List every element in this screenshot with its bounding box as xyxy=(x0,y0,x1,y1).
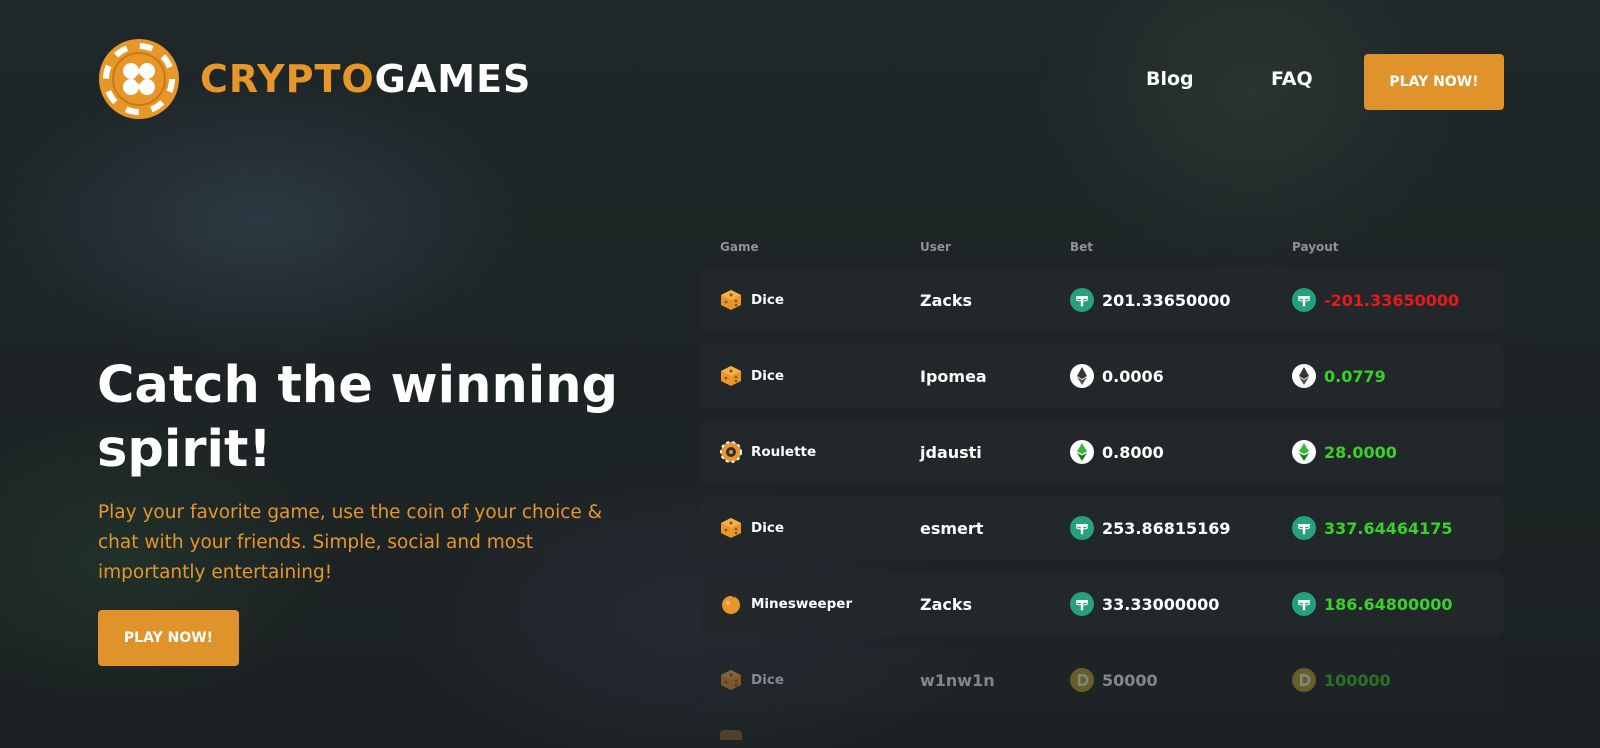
bet-cell: 0.0006 xyxy=(1070,344,1164,408)
bet-amount: 201.33650000 xyxy=(1102,290,1231,310)
ethereum-icon xyxy=(1292,364,1316,388)
site-logo[interactable]: CRYPTOGAMES xyxy=(98,38,531,120)
dogecoin-icon xyxy=(1070,668,1094,692)
bet-cell: 0.8000 xyxy=(1070,420,1164,484)
bet-amount: 50000 xyxy=(1102,670,1158,690)
game-name: Dice xyxy=(751,292,784,308)
dice-icon xyxy=(721,670,741,690)
bet-cell: 201.33650000 xyxy=(1070,268,1231,332)
logo-text-crypto: CRYPTO xyxy=(200,57,375,101)
bet-cell: 253.86815169 xyxy=(1070,496,1231,560)
ethereum-classic-icon xyxy=(1070,440,1094,464)
logo-text-games: GAMES xyxy=(374,57,532,101)
table-header: Game User Bet Payout xyxy=(700,230,1504,268)
bet-amount: 33.33000000 xyxy=(1102,594,1220,614)
user-cell[interactable]: w1nw1n xyxy=(920,648,995,712)
recent-bets-table: Game User Bet Payout Dice Zacks 201.3365… xyxy=(700,230,1504,740)
header-game: Game xyxy=(720,240,759,254)
tether-icon xyxy=(1292,288,1316,312)
game-cell: Dice xyxy=(720,496,784,560)
user-cell[interactable]: Ipomea xyxy=(920,344,987,408)
clover-chip-logo-icon xyxy=(99,39,179,119)
header-payout: Payout xyxy=(1292,240,1339,254)
user-cell[interactable]: jdausti xyxy=(920,420,982,484)
header-play-now-button[interactable]: PLAY NOW! xyxy=(1364,54,1504,110)
game-name: Dice xyxy=(751,672,784,688)
payout-amount: 337.64464175 xyxy=(1324,518,1453,538)
nav-faq-link[interactable]: FAQ xyxy=(1271,68,1313,90)
payout-cell: 100000 xyxy=(1292,648,1391,712)
next-row-hint xyxy=(720,730,742,740)
game-name: Dice xyxy=(751,520,784,536)
payout-amount: -201.33650000 xyxy=(1324,290,1460,310)
table-row[interactable]: Dice Zacks 201.33650000 -201.33650000 xyxy=(700,268,1504,332)
hero-play-now-button[interactable]: PLAY NOW! xyxy=(98,610,239,666)
game-cell: Dice xyxy=(720,648,784,712)
bet-amount: 0.0006 xyxy=(1102,366,1164,386)
user-cell[interactable]: esmert xyxy=(920,496,983,560)
bet-cell: 33.33000000 xyxy=(1070,572,1219,636)
table-row[interactable]: Roulette jdausti 0.8000 28.0000 xyxy=(700,420,1504,484)
payout-amount: 28.0000 xyxy=(1324,442,1397,462)
bet-amount: 0.8000 xyxy=(1102,442,1164,462)
hero-title: Catch the winning spirit! xyxy=(97,356,619,479)
payout-cell: 186.64800000 xyxy=(1292,572,1453,636)
game-name: Roulette xyxy=(751,444,817,460)
logo-wordmark: CRYPTOGAMES xyxy=(200,57,531,101)
table-row[interactable]: Dice esmert 253.86815169 337.64464175 xyxy=(700,496,1504,560)
payout-amount: 100000 xyxy=(1324,670,1391,690)
payout-cell: 28.0000 xyxy=(1292,420,1397,484)
table-row[interactable]: Minesweeper Zacks 33.33000000 186.648000… xyxy=(700,572,1504,636)
table-row[interactable]: Dice w1nw1n 50000 100000 xyxy=(700,648,1504,712)
ethereum-icon xyxy=(1070,364,1094,388)
payout-amount: 186.64800000 xyxy=(1324,594,1453,614)
payout-amount: 0.0779 xyxy=(1324,366,1386,386)
dice-icon xyxy=(721,366,741,386)
tether-icon xyxy=(1070,288,1094,312)
game-cell: Roulette xyxy=(720,420,816,484)
game-name: Dice xyxy=(751,368,784,384)
table-row[interactable]: Dice Ipomea 0.0006 0.0779 xyxy=(700,344,1504,408)
game-cell: Dice xyxy=(720,268,784,332)
header-user: User xyxy=(920,240,951,254)
user-cell[interactable]: Zacks xyxy=(920,268,972,332)
dogecoin-icon xyxy=(1292,668,1316,692)
payout-cell: 0.0779 xyxy=(1292,344,1386,408)
hero-subtitle: Play your favorite game, use the coin of… xyxy=(98,502,603,583)
payout-cell: -201.33650000 xyxy=(1292,268,1459,332)
tether-icon xyxy=(1070,592,1094,616)
game-name: Minesweeper xyxy=(751,596,853,612)
roulette-icon xyxy=(720,441,742,463)
dice-icon xyxy=(721,518,741,538)
dice-icon xyxy=(721,290,741,310)
tether-icon xyxy=(1070,516,1094,540)
mine-icon xyxy=(722,593,740,614)
user-cell[interactable]: Zacks xyxy=(920,572,972,636)
bet-cell: 50000 xyxy=(1070,648,1158,712)
tether-icon xyxy=(1292,592,1316,616)
header-bet: Bet xyxy=(1070,240,1094,254)
nav-blog-link[interactable]: Blog xyxy=(1146,68,1194,90)
bet-amount: 253.86815169 xyxy=(1102,518,1231,538)
ethereum-classic-icon xyxy=(1292,440,1316,464)
payout-cell: 337.64464175 xyxy=(1292,496,1453,560)
game-cell: Dice xyxy=(720,344,784,408)
game-cell: Minesweeper xyxy=(720,572,852,636)
tether-icon xyxy=(1292,516,1316,540)
